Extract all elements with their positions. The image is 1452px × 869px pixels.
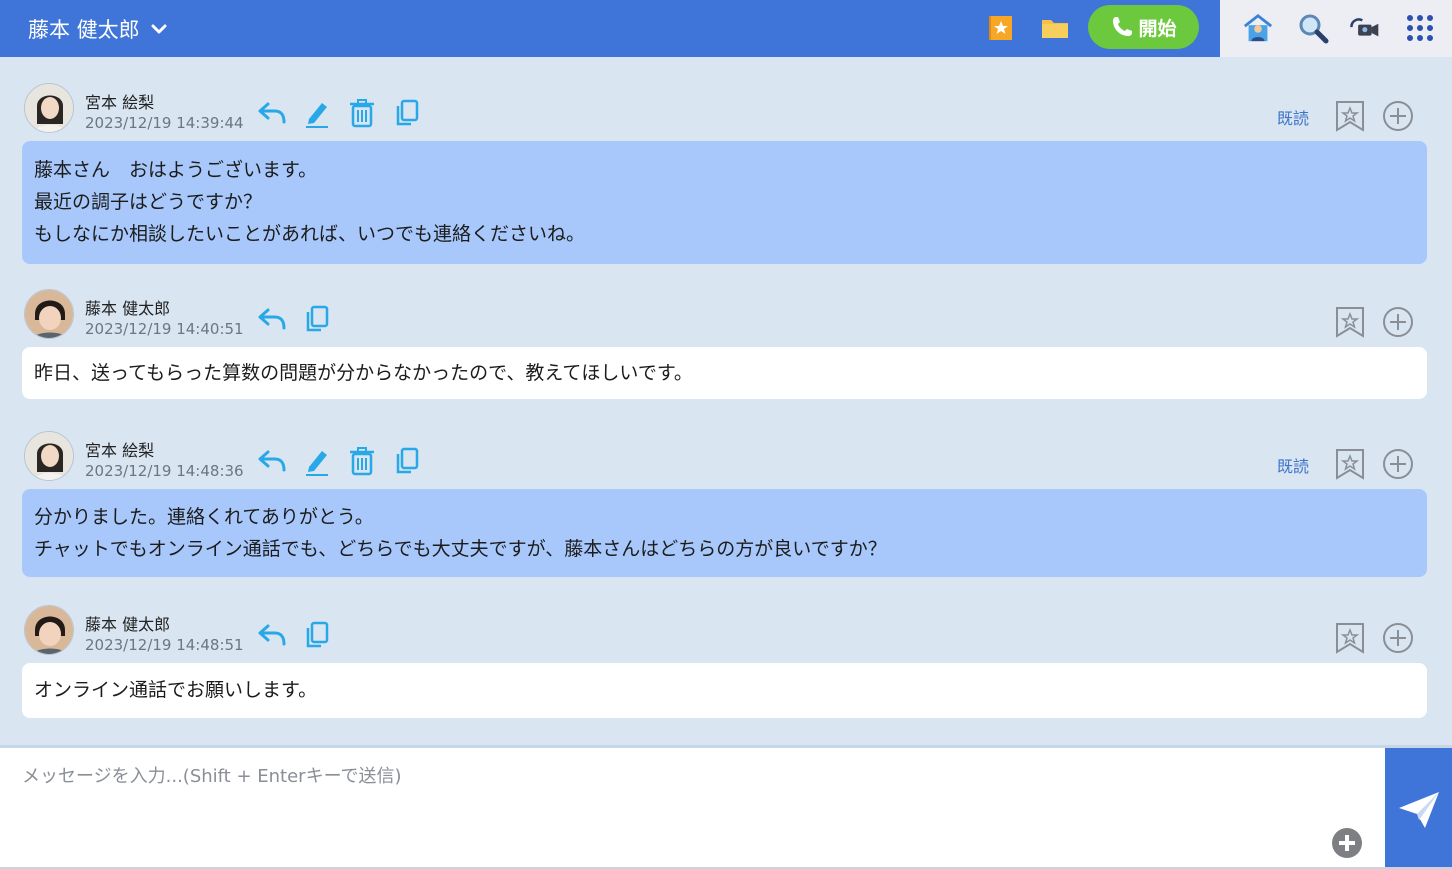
edit-icon[interactable] bbox=[301, 445, 333, 477]
reply-icon[interactable] bbox=[256, 619, 288, 651]
reply-icon[interactable] bbox=[256, 303, 288, 335]
message-header: 藤本 健太郎 2023/12/19 14:40:51 bbox=[22, 289, 1427, 347]
send-button[interactable] bbox=[1385, 748, 1452, 869]
sender-name: 宮本 絵梨 bbox=[85, 441, 155, 460]
read-receipt: 既読 bbox=[1276, 109, 1309, 128]
message-timestamp: 2023/12/19 14:48:51 bbox=[85, 636, 244, 654]
message-line: 藤本さん おはようございます。 bbox=[34, 159, 318, 181]
sender-name: 宮本 絵梨 bbox=[85, 93, 155, 112]
message-header: 宮本 絵梨 2023/12/19 14:39:44 既読 bbox=[22, 83, 1427, 141]
message-line: 分かりました。連絡くれてありがとう。 bbox=[34, 506, 374, 528]
reply-icon[interactable] bbox=[256, 97, 288, 129]
chevron-down-icon bbox=[151, 24, 167, 34]
header-bar: 藤本 健太郎 開始 bbox=[0, 0, 1220, 57]
message-bubble: 昨日、送ってもらった算数の問題が分からなかったので、教えてほしいです。 bbox=[22, 347, 1427, 399]
read-receipt: 既読 bbox=[1276, 457, 1309, 476]
attach-plus-icon[interactable] bbox=[1331, 827, 1363, 859]
video-call-icon[interactable] bbox=[1348, 12, 1380, 44]
copy-icon[interactable] bbox=[301, 619, 333, 651]
bookmark-star-icon[interactable] bbox=[1335, 306, 1365, 338]
avatar[interactable] bbox=[24, 431, 74, 481]
app-grid-icon[interactable] bbox=[1404, 12, 1436, 44]
message-bubble: 分かりました。連絡くれてありがとう。 チャットでもオンライン通話でも、どちらでも… bbox=[22, 489, 1427, 577]
message-line: 最近の調子はどうですか？ bbox=[34, 191, 263, 213]
bookmark-star-icon[interactable] bbox=[1335, 100, 1365, 132]
home-user-icon[interactable] bbox=[1242, 12, 1274, 44]
message-header: 宮本 絵梨 2023/12/19 14:48:36 既読 bbox=[22, 431, 1427, 489]
message-line: もしなにか相談したいことがあれば、いつでも連絡くださいね。 bbox=[34, 223, 586, 245]
avatar[interactable] bbox=[24, 83, 74, 133]
search-icon[interactable] bbox=[1297, 12, 1329, 44]
phone-icon bbox=[1113, 17, 1133, 36]
copy-icon[interactable] bbox=[391, 445, 423, 477]
edit-icon[interactable] bbox=[301, 97, 333, 129]
message-line: チャットでもオンライン通話でも、どちらでも大丈夫ですが、藤本さんはどちらの方が良… bbox=[34, 538, 887, 560]
contact-name: 藤本 健太郎 bbox=[28, 18, 140, 42]
copy-icon[interactable] bbox=[391, 97, 423, 129]
reply-icon[interactable] bbox=[256, 445, 288, 477]
message-line: 昨日、送ってもらった算数の問題が分からなかったので、教えてほしいです。 bbox=[34, 362, 693, 384]
copy-icon[interactable] bbox=[301, 303, 333, 335]
avatar[interactable] bbox=[24, 605, 74, 655]
sender-name: 藤本 健太郎 bbox=[85, 299, 171, 318]
favorites-icon[interactable] bbox=[985, 12, 1017, 44]
send-icon bbox=[1398, 792, 1439, 828]
call-button-label: 開始 bbox=[1138, 17, 1177, 40]
message-item: 宮本 絵梨 2023/12/19 14:39:44 既読 藤本さん おはようござ… bbox=[22, 83, 1427, 264]
message-header: 藤本 健太郎 2023/12/19 14:48:51 bbox=[22, 605, 1427, 663]
message-bubble: 藤本さん おはようございます。 最近の調子はどうですか？ もしなにか相談したいこ… bbox=[22, 141, 1427, 264]
add-circle-icon[interactable] bbox=[1382, 622, 1414, 654]
add-circle-icon[interactable] bbox=[1382, 306, 1414, 338]
avatar[interactable] bbox=[24, 289, 74, 339]
contact-selector[interactable]: 藤本 健太郎 bbox=[28, 14, 168, 44]
chat-header: 藤本 健太郎 開始 bbox=[0, 0, 1452, 57]
message-timestamp: 2023/12/19 14:48:36 bbox=[85, 462, 244, 480]
sender-name: 藤本 健太郎 bbox=[85, 615, 171, 634]
delete-icon[interactable] bbox=[346, 445, 378, 477]
message-item: 宮本 絵梨 2023/12/19 14:48:36 既読 分かりました。連絡くれ… bbox=[22, 431, 1427, 577]
message-timestamp: 2023/12/19 14:40:51 bbox=[85, 320, 244, 338]
message-timestamp: 2023/12/19 14:39:44 bbox=[85, 114, 244, 132]
message-bubble: オンライン通話でお願いします。 bbox=[22, 663, 1427, 718]
add-circle-icon[interactable] bbox=[1382, 100, 1414, 132]
message-input[interactable] bbox=[22, 762, 1372, 852]
folder-icon[interactable] bbox=[1039, 12, 1071, 44]
start-call-button[interactable]: 開始 bbox=[1088, 5, 1199, 49]
bookmark-star-icon[interactable] bbox=[1335, 622, 1365, 654]
message-composer bbox=[0, 745, 1452, 869]
message-list[interactable]: 宮本 絵梨 2023/12/19 14:39:44 既読 藤本さん おはようござ… bbox=[0, 57, 1452, 745]
message-item: 藤本 健太郎 2023/12/19 14:40:51 昨日、送ってもらった算数の… bbox=[22, 289, 1427, 399]
add-circle-icon[interactable] bbox=[1382, 448, 1414, 480]
bookmark-star-icon[interactable] bbox=[1335, 448, 1365, 480]
message-line: オンライン通話でお願いします。 bbox=[34, 679, 318, 701]
header-tools bbox=[1220, 0, 1452, 57]
message-item: 藤本 健太郎 2023/12/19 14:48:51 オンライン通話でお願いしま… bbox=[22, 605, 1427, 718]
delete-icon[interactable] bbox=[346, 97, 378, 129]
